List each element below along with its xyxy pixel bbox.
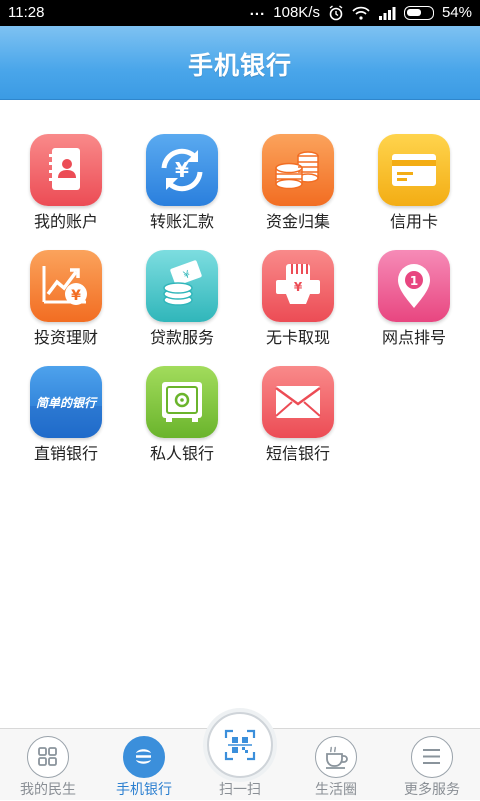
tile-loan-service[interactable]: ¥ 贷款服务 [126, 216, 236, 347]
page-title: 手机银行 [187, 51, 292, 80]
battery-percent: 54% [441, 4, 472, 21]
svg-text:¥: ¥ [294, 280, 303, 294]
tile-branch-queue[interactable]: 1 网点排号 [358, 216, 468, 347]
scan-button[interactable] [207, 712, 273, 778]
status-time: 11:28 [8, 4, 45, 21]
status-bar: 11:28 ... 108K/s 54% [0, 0, 480, 26]
cmbc-logo-icon [123, 736, 165, 778]
tile-direct-bank[interactable]: 简单的银行 直销银行 [10, 332, 120, 463]
alarm-icon [329, 4, 343, 20]
cardless-cash-icon: ¥ [262, 250, 334, 322]
signal-icon [378, 6, 396, 20]
envelope-icon [262, 366, 334, 438]
tile-label: 短信银行 [265, 444, 330, 463]
tile-sms-bank[interactable]: 短信银行 [242, 332, 352, 463]
credit-card-icon [378, 134, 450, 206]
svg-text:¥: ¥ [175, 158, 189, 182]
scan-qr-icon [224, 729, 256, 761]
tab-life-circle[interactable]: 生活圈 [288, 729, 384, 801]
tab-mobile-bank[interactable]: 手机银行 [96, 729, 192, 801]
transfer-yen-icon: ¥ [146, 134, 218, 206]
menu-icon [411, 736, 453, 778]
tile-fund-collection[interactable]: 资金归集 [242, 100, 352, 231]
wifi-icon [352, 6, 370, 20]
svg-text:¥: ¥ [71, 288, 81, 304]
tile-label: 私人银行 [149, 444, 214, 463]
tab-label: 扫一扫 [219, 782, 261, 798]
status-right-group: ... 108K/s 54% [249, 2, 472, 21]
tile-private-bank[interactable]: 私人银行 [126, 332, 236, 463]
tile-label: 直销银行 [33, 444, 98, 463]
tile-label: 网点排号 [381, 328, 446, 347]
tab-label: 手机银行 [116, 782, 172, 798]
safe-icon [146, 366, 218, 438]
network-speed: 108K/s [273, 4, 320, 21]
account-book-icon [30, 134, 102, 206]
tab-label: 更多服务 [404, 782, 460, 798]
tile-credit-card[interactable]: 信用卡 [358, 100, 468, 231]
tile-transfer[interactable]: ¥ 转账汇款 [126, 100, 236, 231]
investment-chart-icon: ¥ [30, 250, 102, 322]
tab-more-services[interactable]: 更多服务 [384, 729, 480, 801]
battery-icon [403, 5, 434, 20]
app-header: 手机银行 [0, 26, 480, 100]
tab-label: 生活圈 [315, 782, 357, 798]
loan-cash-icon: ¥ [146, 250, 218, 322]
tile-cardless-cash[interactable]: ¥ 无卡取现 [242, 216, 352, 347]
direct-bank-icon: 简单的银行 [30, 366, 102, 438]
direct-bank-logo-text: 简单的银行 [36, 396, 98, 410]
coin-stack-icon [262, 134, 334, 206]
location-queue-icon: 1 [378, 250, 450, 322]
svg-text:1: 1 [410, 274, 418, 288]
tab-label: 我的民生 [20, 782, 76, 798]
tile-my-account[interactable]: 我的账户 [10, 100, 120, 231]
grid-icon [27, 736, 69, 778]
coffee-cup-icon [315, 736, 357, 778]
status-dots: ... [249, 2, 266, 19]
tab-my-minsheng[interactable]: 我的民生 [0, 729, 96, 801]
tile-investment[interactable]: ¥ 投资理财 [10, 216, 120, 347]
